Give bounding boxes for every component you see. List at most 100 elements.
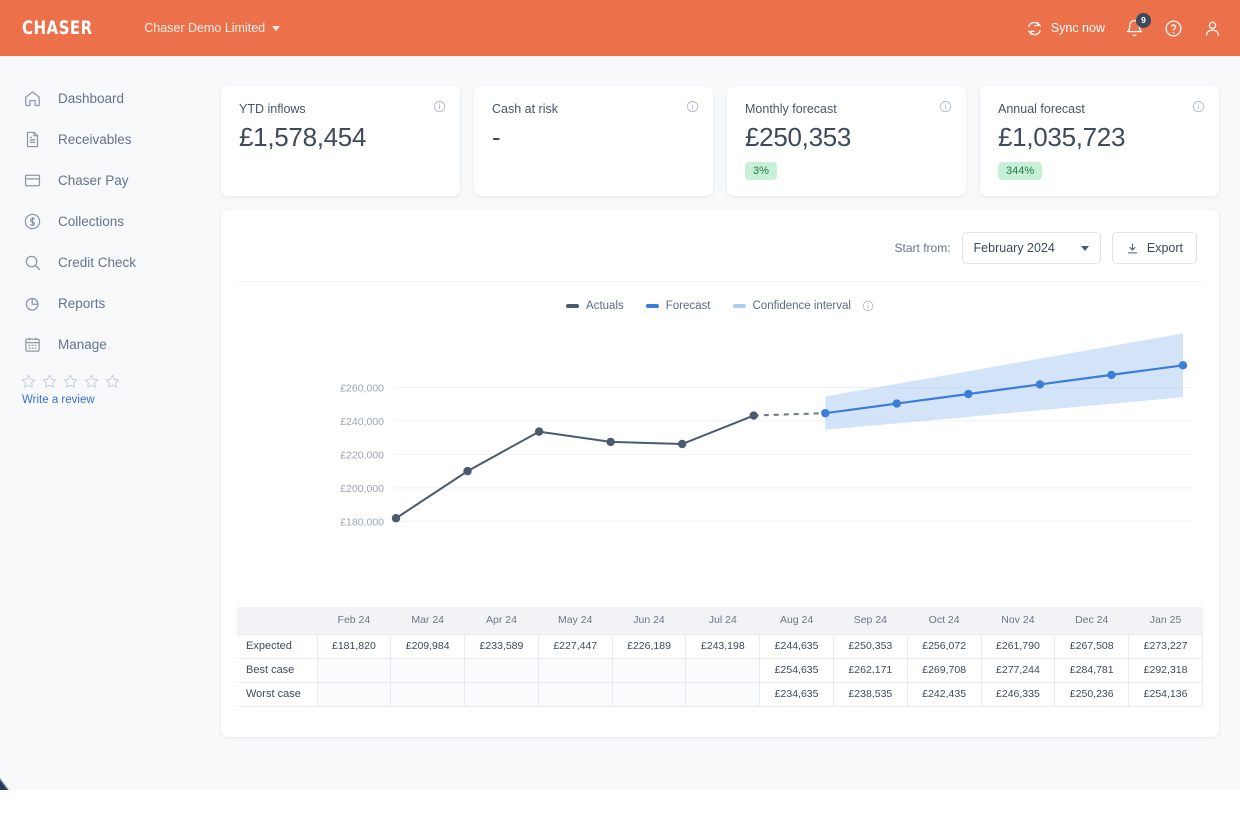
sidebar-item-label: Chaser Pay (58, 173, 129, 188)
legend-item-confidence-interval[interactable]: Confidence interval (732, 300, 874, 312)
table-cell (611, 657, 687, 683)
actuals-data-point[interactable] (463, 466, 472, 476)
document-icon (22, 130, 42, 150)
notification-count-badge: 9 (1136, 12, 1151, 28)
table-cell: £250,236 (1054, 681, 1130, 707)
legend-item-actuals[interactable]: Actuals (566, 300, 624, 312)
account-button[interactable] (1203, 19, 1222, 38)
forecast-data-point[interactable] (821, 408, 830, 418)
table-cell: £244,635 (759, 633, 834, 659)
info-icon[interactable] (862, 300, 874, 312)
kpi-value: £1,035,723 (998, 122, 1126, 152)
table-cell (464, 681, 539, 707)
table-cell: £261,790 (980, 633, 1056, 659)
actuals-data-point[interactable] (391, 514, 401, 523)
table-column-header: Sep 24 (833, 607, 908, 634)
legend-item-forecast[interactable]: Forecast (645, 300, 711, 312)
actuals-data-point[interactable] (606, 437, 615, 447)
legend-label: Forecast (665, 300, 711, 312)
actuals-data-point[interactable] (677, 439, 687, 449)
info-icon[interactable] (686, 100, 699, 118)
sidebar-item-label: Receivables (58, 132, 132, 147)
table-cell: £262,171 (832, 657, 908, 683)
start-from-select[interactable]: February 2024 (961, 232, 1101, 264)
forecast-data-point[interactable] (1035, 380, 1045, 389)
sidebar-item-credit-check[interactable]: Credit Check (0, 242, 212, 283)
kpi-change-badge: 3% (745, 162, 777, 180)
forecast-data-point[interactable] (892, 399, 902, 408)
star-icon (105, 374, 120, 388)
forecast-data-point[interactable] (1107, 370, 1116, 380)
page-bottom-spacer (0, 790, 1240, 838)
sync-now-button[interactable]: Sync now (1026, 20, 1105, 37)
legend-label: Actuals (586, 300, 624, 312)
table-header-row: Feb 24 Mar 24 Apr 24 May 24 Jun 24 Jul 24 Aug … (237, 607, 1203, 634)
sidebar-item-dashboard[interactable]: Dashboard (0, 78, 212, 119)
forecast-table: Feb 24 Mar 24 Apr 24 May 24 Jun 24 Jul 24 Aug … (237, 607, 1203, 707)
info-icon[interactable] (939, 100, 952, 118)
y-axis-tick-label: £180,000 (340, 516, 384, 528)
forecast-data-point[interactable] (1178, 361, 1188, 370)
sidebar-item-label: Reports (58, 296, 106, 311)
sidebar-item-label: Manage (58, 337, 107, 352)
chevron-down-icon (272, 25, 281, 31)
write-a-review-link[interactable]: Write a review (22, 394, 212, 406)
home-icon (22, 89, 42, 109)
table-cell: £277,244 (980, 657, 1056, 683)
actuals-data-point[interactable] (749, 411, 758, 420)
forecast-connector-line (753, 412, 826, 417)
sidebar-item-chaser-pay[interactable]: Chaser Pay (0, 160, 212, 201)
table-cell (537, 681, 613, 707)
table-cell: £284,781 (1054, 657, 1130, 683)
confidence-interval-band (825, 333, 1183, 430)
sidebar-item-receivables[interactable]: Receivables (0, 119, 212, 160)
dollar-circle-icon (22, 212, 42, 232)
info-icon[interactable] (1192, 100, 1205, 118)
table-cell (316, 681, 392, 707)
info-icon[interactable] (433, 100, 446, 118)
kpi-card-row: YTD inflows £1,578,454 Cash at risk - Mo… (221, 86, 1219, 196)
sidebar-item-label: Credit Check (58, 255, 137, 270)
review-widget: Write a review (0, 373, 212, 406)
table-row-label: Expected (237, 633, 318, 659)
start-from-label: Start from: (894, 241, 951, 255)
table-cell: £226,189 (611, 633, 687, 659)
table-corner-cell (237, 607, 317, 634)
actuals-line (395, 414, 755, 520)
sidebar-item-reports[interactable]: Reports (0, 283, 212, 324)
table-cell: £267,508 (1054, 633, 1130, 659)
legend-swatch (645, 304, 659, 308)
table-cell (464, 657, 539, 683)
table-cell: £273,227 (1128, 633, 1203, 659)
table-cell: £209,984 (390, 633, 466, 659)
table-cell (316, 657, 392, 683)
kpi-label: Cash at risk (492, 102, 558, 116)
table-column-header: Aug 24 (759, 607, 834, 634)
search-icon (22, 253, 42, 273)
help-button[interactable] (1164, 19, 1183, 38)
forecast-data-point[interactable] (964, 389, 973, 399)
star-rating[interactable] (20, 373, 212, 390)
table-row-label: Worst case (237, 681, 318, 707)
panel-divider (237, 281, 1203, 282)
table-cell: £234,635 (759, 681, 834, 707)
kpi-value: £250,353 (745, 122, 852, 152)
table-column-header: Jan 25 (1128, 607, 1203, 634)
chat-widget-corner[interactable] (0, 778, 9, 790)
table-column-header: Apr 24 (464, 607, 539, 634)
sidebar-item-manage[interactable]: Manage (0, 324, 212, 365)
notifications-button[interactable]: 9 (1125, 12, 1151, 38)
table-cell (685, 657, 761, 683)
kpi-card-ytd-inflows: YTD inflows £1,578,454 (221, 86, 460, 196)
actuals-data-point[interactable] (534, 427, 544, 436)
export-button[interactable]: Export (1111, 232, 1197, 264)
organisation-name: Chaser Demo Limited (144, 21, 266, 35)
organisation-selector[interactable]: Chaser Demo Limited (144, 21, 281, 35)
sidebar-item-collections[interactable]: Collections (0, 201, 212, 242)
brand-logo[interactable]: CHASER (22, 17, 93, 39)
star-icon (84, 374, 99, 388)
table-head: Feb 24 Mar 24 Apr 24 May 24 Jun 24 Jul 24 Aug … (237, 607, 1203, 634)
cashflow-forecast-chart: £180,000 £200,000 £220,000 £240,000 £260,000 (221, 316, 1219, 601)
table-cell: £254,635 (759, 657, 834, 683)
table-cell: £238,535 (832, 681, 908, 707)
